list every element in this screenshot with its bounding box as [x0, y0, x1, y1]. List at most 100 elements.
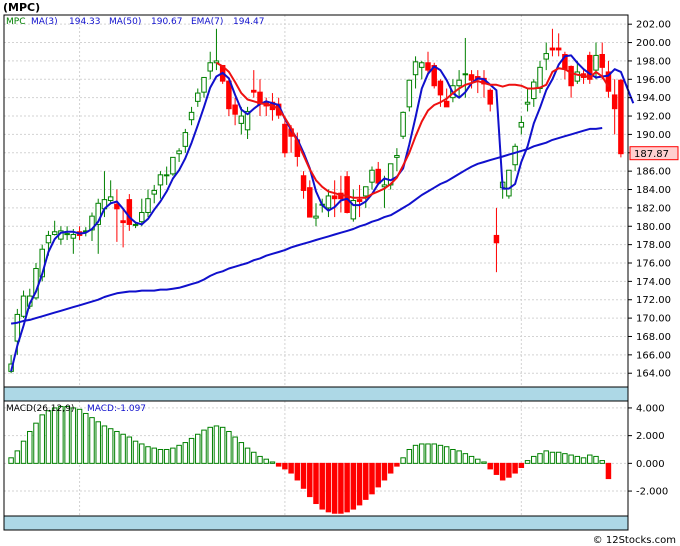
macd-bar: [456, 450, 462, 464]
candle-body: [419, 62, 425, 68]
macd-bar: [89, 417, 95, 464]
price-tick-label: 202.00: [636, 20, 671, 31]
macd-bar: [344, 462, 350, 513]
candle-body: [139, 211, 145, 223]
macd-bar: [555, 451, 562, 464]
macd-bar: [350, 462, 357, 510]
candle-body: [369, 169, 375, 183]
indicator-legend: MPC MA(3) 194.33 MA(50) 190.67 EMA(7) 19…: [6, 17, 265, 27]
candle-body: [412, 61, 419, 76]
candle-body: [468, 74, 475, 81]
stock-chart: 164.00 166.00 168.00 170.00 172.00 174.00 176.…: [0, 0, 680, 546]
macd-bar: [219, 426, 226, 464]
legend-ma3-value: 194.33: [69, 17, 101, 27]
macd-bar: [244, 447, 251, 464]
candle-body: [425, 62, 431, 71]
price-date-axis-band: [3, 386, 629, 402]
macd-bar: [599, 460, 605, 464]
macd-legend: MACD(26,12,9) MACD:-1.097: [6, 404, 146, 414]
macd-bar: [338, 462, 344, 514]
price-tick-label: 182.00: [636, 203, 671, 214]
macd-bar: [462, 453, 469, 464]
candle-body: [487, 89, 493, 105]
macd-bar: [226, 430, 232, 464]
candle-body: [201, 76, 207, 93]
macd-bar: [300, 462, 307, 489]
macd-bar: [251, 451, 257, 464]
candle-body: [45, 234, 52, 244]
macd-bar: [157, 448, 164, 464]
macd-bar: [381, 462, 388, 481]
macd-bar: [331, 462, 338, 514]
candle-body: [182, 132, 189, 147]
price-tick-label: 196.00: [636, 75, 671, 86]
candle-body: [549, 47, 556, 51]
legend-ma50-value: 190.67: [151, 17, 183, 27]
price-tick-label: 172.00: [636, 295, 671, 306]
macd-bar: [605, 462, 612, 480]
macd-bar: [363, 462, 369, 500]
macd-bar: [450, 448, 456, 464]
price-tick-label: 174.00: [636, 277, 671, 288]
macd-bar: [431, 443, 437, 464]
macd-legend-value: MACD:-1.097: [87, 404, 146, 414]
legend-ma3-label: MA(3): [31, 17, 58, 27]
legend-ticker: MPC: [6, 17, 25, 27]
macd-bar: [95, 421, 101, 464]
candle-body: [157, 174, 164, 186]
candle-body: [344, 176, 350, 213]
candle-body: [618, 79, 624, 155]
macd-bar: [282, 462, 288, 470]
macd-bar: [325, 462, 332, 513]
price-tick-label: 198.00: [636, 56, 671, 67]
macd-bar: [356, 462, 363, 506]
candle-body: [14, 313, 21, 342]
macd-date-axis-band: [3, 515, 629, 531]
macd-bar: [145, 446, 151, 464]
macd-bar: [170, 447, 176, 464]
candle-body: [537, 66, 543, 89]
macd-bar: [387, 462, 394, 474]
macd-tick-label: 2.000: [636, 431, 665, 442]
candle-body: [307, 187, 313, 218]
macd-bar: [8, 457, 14, 464]
candle-body: [406, 79, 413, 108]
macd-bar: [475, 458, 481, 464]
macd-bar: [419, 443, 425, 464]
candle-body: [593, 54, 599, 71]
macd-bar: [20, 440, 27, 464]
macd-legend-label: MACD(26,12,9): [6, 404, 74, 414]
watermark: © 12Stocks.com: [593, 535, 676, 546]
macd-bar: [412, 444, 419, 464]
macd-bar: [76, 408, 83, 464]
macd-bar: [487, 462, 493, 470]
macd-bar: [319, 462, 325, 510]
macd-bar: [288, 462, 294, 474]
candle-body: [207, 62, 213, 72]
macd-bar: [307, 462, 313, 498]
price-tick-label: 180.00: [636, 222, 671, 233]
macd-bar: [506, 462, 512, 478]
price-tick-label: 164.00: [636, 369, 671, 380]
candle-body: [506, 169, 512, 197]
candle-body: [443, 100, 450, 108]
candle-body: [163, 174, 170, 177]
candle-body: [531, 81, 537, 100]
macd-bar: [70, 407, 77, 464]
candle-body: [114, 203, 120, 210]
macd-bar: [512, 462, 518, 474]
macd-bar: [83, 412, 89, 464]
price-tick-label: 186.00: [636, 167, 671, 178]
candle-body: [493, 234, 500, 244]
macd-bar: [27, 430, 33, 464]
macd-bar: [531, 455, 537, 464]
candle-body: [126, 199, 133, 225]
candle-body: [176, 150, 182, 155]
macd-bar: [437, 444, 444, 464]
macd-bar: [207, 426, 213, 464]
macd-bar: [593, 455, 599, 464]
macd-bar: [425, 443, 431, 464]
macd-bar: [375, 462, 381, 488]
candle-body: [543, 53, 549, 60]
macd-bar: [139, 443, 145, 464]
